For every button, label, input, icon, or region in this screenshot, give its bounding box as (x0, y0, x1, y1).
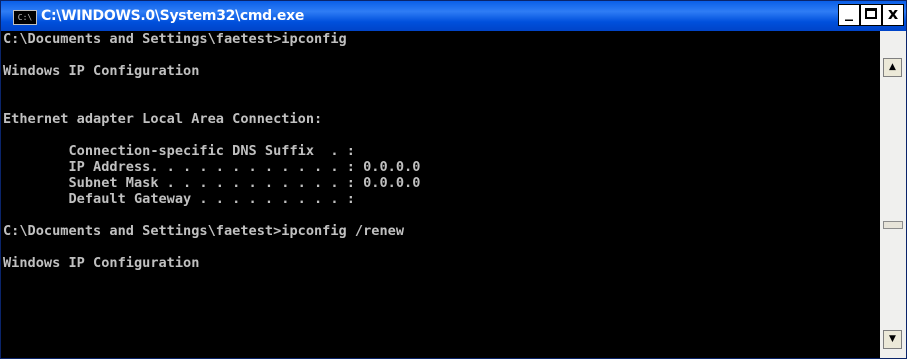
window-title: C:\WINDOWS.0\System32\cmd.exe (41, 8, 305, 24)
console-line: Windows IP Configuration (3, 255, 200, 271)
console-line: Default Gateway . . . . . . . . . : (3, 191, 355, 207)
console-line: IP Address. . . . . . . . . . . . : 0.0.… (3, 159, 421, 175)
minimize-icon: _ (845, 2, 853, 21)
scroll-down-button[interactable]: ▼ (883, 330, 902, 349)
cmd-icon[interactable]: C:\ (13, 10, 37, 25)
console-line: Subnet Mask . . . . . . . . . . . : 0.0.… (3, 175, 421, 191)
title-bar[interactable]: C:\ C:\WINDOWS.0\System32\cmd.exe _ x (1, 1, 906, 31)
close-icon: x (887, 4, 899, 23)
maximize-button[interactable] (860, 4, 882, 26)
console-line: C:\Documents and Settings\faetest>ipconf… (3, 31, 347, 47)
console-line: Ethernet adapter Local Area Connection: (3, 111, 323, 127)
minimize-button[interactable]: _ (838, 2, 860, 26)
up-arrow-icon: ▲ (889, 62, 896, 72)
console-line: C:\Documents and Settings\faetest>ipconf… (3, 223, 405, 239)
down-arrow-icon: ▼ (889, 334, 896, 344)
maximize-icon (865, 8, 877, 19)
console-output[interactable]: C:\Documents and Settings\faetest>ipconf… (1, 31, 880, 358)
cmd-window: C:\ C:\WINDOWS.0\System32\cmd.exe _ x C:… (0, 0, 907, 359)
scroll-thumb[interactable] (883, 221, 903, 229)
console-line: Windows IP Configuration (3, 63, 200, 79)
close-button[interactable]: x (882, 4, 904, 26)
vertical-scrollbar[interactable]: ▲ ▼ (880, 31, 906, 358)
console-text: C:\Documents and Settings\faetest>ipconf… (1, 31, 880, 271)
console-line: Connection-specific DNS Suffix . : (3, 143, 355, 159)
scroll-up-button[interactable]: ▲ (883, 58, 902, 77)
